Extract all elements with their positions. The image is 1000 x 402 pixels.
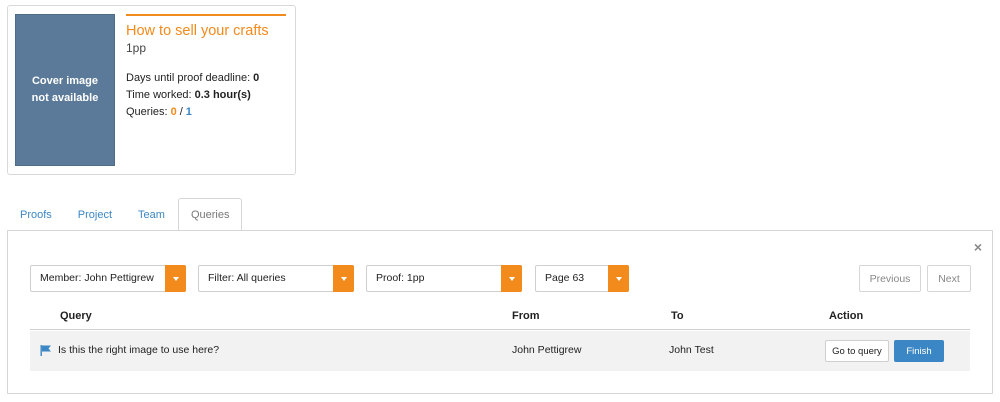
column-header-to: To — [671, 310, 684, 322]
column-header-action: Action — [829, 310, 864, 322]
chevron-down-icon — [165, 265, 186, 292]
query-text[interactable]: Is this the right image to use here? — [58, 344, 219, 356]
time-worked-line: Time worked: 0.3 hour(s) — [126, 87, 286, 104]
deadline-label: Days until proof deadline: — [126, 72, 251, 84]
column-header-query: Query — [60, 310, 92, 322]
deadline-line: Days until proof deadline: 0 — [126, 70, 286, 87]
member-select-value: Member: John Pettigrew — [40, 272, 154, 284]
time-worked-value: 0.3 hour(s) — [194, 89, 251, 101]
query-to: John Test — [669, 344, 714, 356]
project-title[interactable]: How to sell your crafts — [126, 22, 286, 40]
filter-select-value: Filter: All queries — [208, 272, 286, 284]
chevron-down-icon — [608, 265, 629, 292]
tab-project[interactable]: Project — [65, 198, 125, 230]
queries-table-header: Query From To Action — [30, 304, 970, 330]
deadline-value: 0 — [253, 72, 260, 84]
tab-team[interactable]: Team — [125, 198, 178, 230]
proof-select[interactable]: Proof: 1pp — [366, 265, 522, 292]
member-select[interactable]: Member: John Pettigrew — [30, 265, 186, 292]
chevron-down-icon — [501, 265, 522, 292]
queries-label: Queries: — [126, 106, 168, 118]
go-to-query-button[interactable]: Go to query — [825, 340, 889, 362]
queries-open-count: 0 — [170, 106, 177, 118]
close-icon[interactable]: × — [974, 239, 982, 255]
finish-button[interactable]: Finish — [894, 340, 944, 362]
filter-select[interactable]: Filter: All queries — [198, 265, 354, 292]
time-worked-label: Time worked: — [126, 89, 192, 101]
next-button[interactable]: Next — [927, 265, 971, 292]
table-row: Is this the right image to use here? Joh… — [30, 331, 970, 371]
query-from: John Pettigrew — [512, 344, 582, 356]
project-info: How to sell your crafts 1pp Days until p… — [126, 14, 286, 121]
queries-panel: × Member: John Pettigrew Filter: All que… — [7, 230, 993, 394]
queries-line: Queries: 0/1 — [126, 104, 286, 121]
proof-select-value: Proof: 1pp — [376, 272, 425, 284]
project-subtitle: 1pp — [126, 41, 147, 55]
project-card: Cover image not available How to sell yo… — [7, 5, 296, 175]
tab-proofs[interactable]: Proofs — [7, 198, 65, 230]
tab-bar: Proofs Project Team Queries — [7, 198, 243, 231]
tab-queries[interactable]: Queries — [177, 198, 243, 231]
previous-button[interactable]: Previous — [859, 265, 921, 292]
page-select-value: Page 63 — [545, 272, 585, 284]
cover-placeholder-text: Cover image not available — [31, 75, 99, 104]
queries-separator: / — [179, 106, 183, 118]
project-meta: Days until proof deadline: 0 Time worked:… — [126, 70, 286, 121]
cover-image-placeholder: Cover image not available — [15, 14, 115, 166]
column-header-from: From — [512, 310, 540, 322]
page-select[interactable]: Page 63 — [535, 265, 629, 292]
flag-icon — [40, 345, 51, 356]
chevron-down-icon — [333, 265, 354, 292]
queries-total-count: 1 — [185, 106, 192, 118]
